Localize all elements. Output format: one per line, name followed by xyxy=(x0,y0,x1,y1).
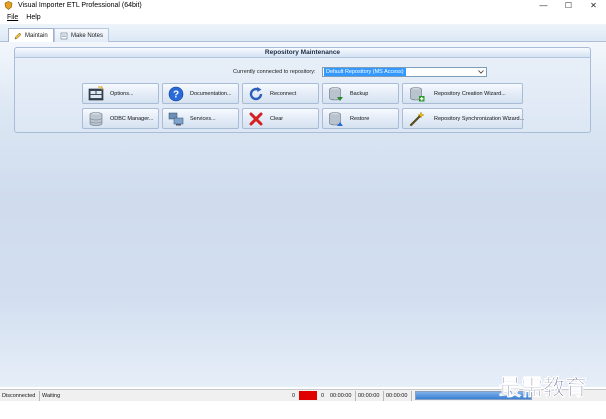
svg-text:?: ? xyxy=(173,89,179,100)
backup-label: Backup xyxy=(350,90,369,97)
database-backup-icon xyxy=(329,86,343,101)
database-restore-icon xyxy=(329,111,343,126)
pencil-icon xyxy=(14,32,22,39)
repository-select[interactable]: Default Repository (MS Access) xyxy=(322,67,487,77)
repository-synchronization-wizard-button[interactable]: Repository Synchronization Wizard... xyxy=(402,108,525,129)
minimize-button[interactable]: — xyxy=(531,0,556,11)
chevron-down-icon[interactable] xyxy=(476,68,485,76)
watermark: 最需教育 xyxy=(499,375,588,402)
help-icon: ? xyxy=(168,86,184,101)
repository-synchronization-wizard-label: Repository Synchronization Wizard... xyxy=(434,115,525,122)
menu-file[interactable]: File xyxy=(6,14,19,21)
repository-label: Currently connected to repository: xyxy=(233,69,316,75)
window-controls: — ☐ ✕ xyxy=(531,0,606,11)
tab-maintain-label: Maintain xyxy=(25,32,48,39)
tab-maintain[interactable]: Maintain xyxy=(8,28,54,43)
window-title: Visual Importer ETL Professional (64bit) xyxy=(18,2,142,9)
clear-button[interactable]: Clear xyxy=(242,108,319,129)
watermark-text: 最需教育 xyxy=(499,375,587,401)
error-indicator xyxy=(299,391,317,400)
time-2: 00:00:00 xyxy=(356,390,384,401)
title-bar: Visual Importer ETL Professional (64bit)… xyxy=(0,0,606,11)
panel-title: Repository Maintenance xyxy=(15,48,590,58)
wizard-wand-icon xyxy=(409,110,425,126)
count-a: 0 xyxy=(291,392,295,399)
repository-select-value: Default Repository (MS Access) xyxy=(324,68,406,76)
services-label: Services... xyxy=(190,115,216,122)
repository-creation-wizard-label: Repository Creation Wizard... xyxy=(434,90,506,97)
tab-make-notes-label: Make Notes xyxy=(71,32,104,39)
close-button[interactable]: ✕ xyxy=(581,0,606,11)
clear-label: Clear xyxy=(270,115,284,122)
tab-make-notes[interactable]: Make Notes xyxy=(54,28,110,42)
database-add-icon xyxy=(410,86,425,101)
repository-maintenance-panel: Repository Maintenance Currently connect… xyxy=(14,47,591,133)
reconnect-button[interactable]: Reconnect xyxy=(242,83,319,104)
tab-strip: Maintain Make Notes xyxy=(0,24,606,43)
options-label: Options... xyxy=(110,90,134,97)
repository-creation-wizard-button[interactable]: Repository Creation Wizard... xyxy=(402,83,523,104)
backup-button[interactable]: Backup xyxy=(322,83,399,104)
odbc-manager-label: ODBC Manager... xyxy=(110,115,154,122)
documentation-label: Documentation... xyxy=(190,90,232,97)
workspace: Repository Maintenance Currently connect… xyxy=(0,42,606,387)
menu-help[interactable]: Help xyxy=(25,14,41,21)
connection-status: Disconnected xyxy=(0,390,40,401)
restore-label: Restore xyxy=(350,115,370,122)
database-icon xyxy=(89,111,103,126)
maximize-button[interactable]: ☐ xyxy=(556,0,581,11)
notes-icon xyxy=(60,32,68,39)
count-b: 0 xyxy=(321,392,325,399)
app-shield-icon xyxy=(4,1,13,10)
repository-row: Currently connected to repository: Defau… xyxy=(15,67,590,79)
red-x-icon xyxy=(249,112,263,125)
documentation-button[interactable]: ? Documentation... xyxy=(162,83,239,104)
time-1: 00:00:00 xyxy=(328,390,356,401)
bottom-area xyxy=(0,401,606,419)
restore-button[interactable]: Restore xyxy=(322,108,399,129)
services-button[interactable]: Services... xyxy=(162,108,239,129)
options-button[interactable]: Options... xyxy=(82,83,159,104)
state-status: Waiting xyxy=(42,392,61,399)
computers-icon xyxy=(168,112,184,125)
menu-bar: File Help xyxy=(0,11,606,23)
options-icon xyxy=(88,86,104,100)
reconnect-label: Reconnect xyxy=(270,90,297,97)
odbc-manager-button[interactable]: ODBC Manager... xyxy=(82,108,159,129)
time-3: 00:00:00 xyxy=(384,390,412,401)
refresh-icon xyxy=(249,86,263,100)
